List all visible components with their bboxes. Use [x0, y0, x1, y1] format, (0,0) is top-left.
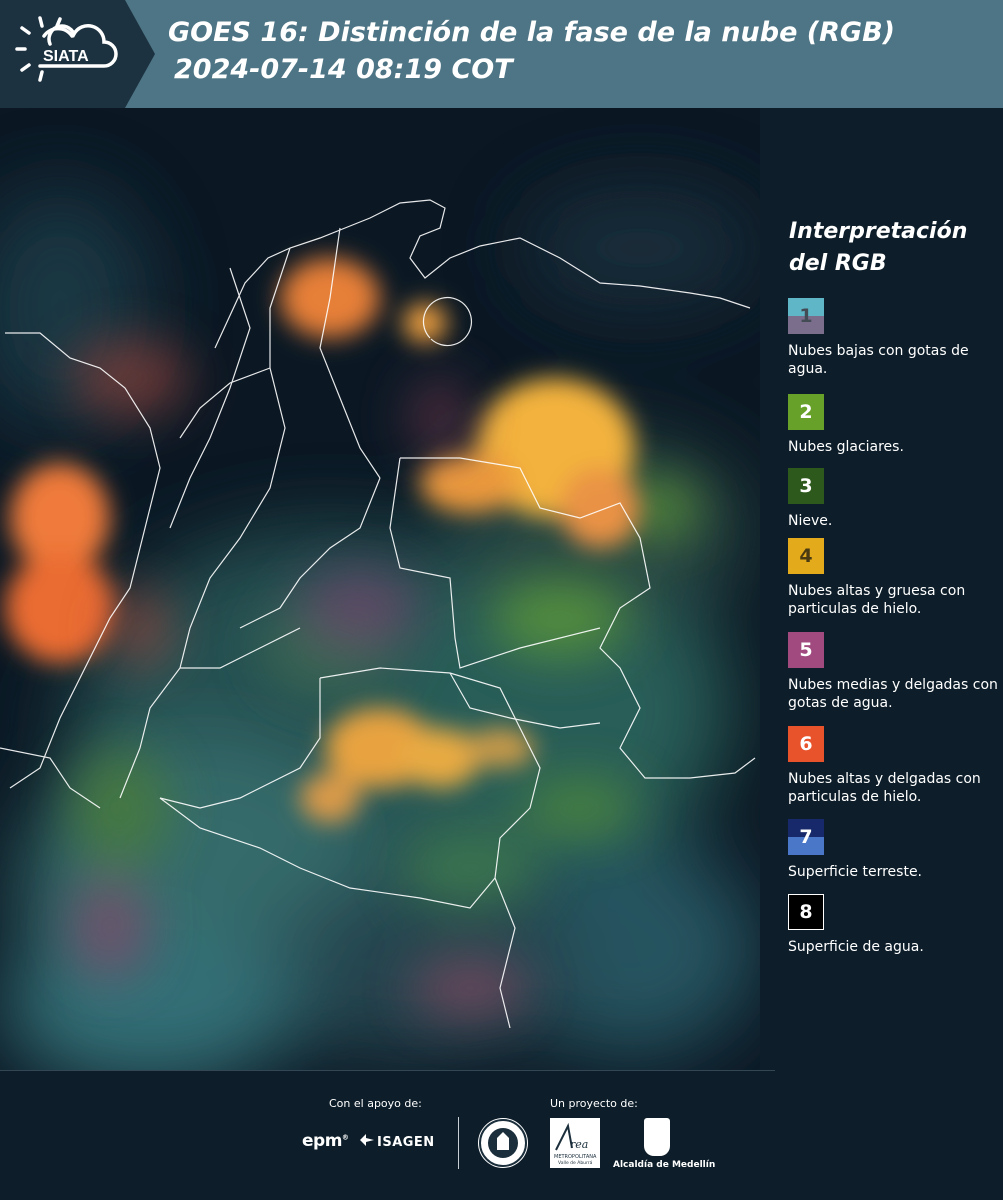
- project-label: Un proyecto de:: [550, 1097, 638, 1110]
- page-title: GOES 16: Distinción de la fase de la nub…: [168, 14, 895, 88]
- seal-icon: [479, 1119, 527, 1167]
- legend-item-7: 7 Superficie terreste.: [788, 819, 1000, 881]
- legend-item-2: 2 Nubes glaciares.: [788, 394, 1000, 456]
- svg-text:rea: rea: [570, 1138, 588, 1151]
- epm-logo: epm®: [302, 1131, 349, 1151]
- legend-number-1: 1: [799, 305, 813, 327]
- support-label: Con el apoyo de:: [329, 1097, 422, 1110]
- legend-label-2: Nubes glaciares.: [788, 439, 904, 455]
- legend-swatch-2: 2: [788, 394, 824, 430]
- legend-swatch-7: 7: [788, 819, 824, 855]
- medellin-crest-icon: [644, 1118, 670, 1156]
- legend-label-6: Nubes altas y delgadas con particulas de…: [788, 771, 981, 805]
- legend-swatch-4: 4: [788, 538, 824, 574]
- legend-label-3: Nieve.: [788, 513, 833, 529]
- legend-panel: Interpretación del RGB 1 Nubes bajas con…: [760, 108, 1003, 1070]
- area-metropolitana-icon: rea METROPOLITANA Valle de Aburrá: [550, 1118, 600, 1168]
- legend-label-5: Nubes medias y delgadas con gotas de agu…: [788, 677, 998, 711]
- area-metropolitana-logo: rea METROPOLITANA Valle de Aburrá: [550, 1118, 600, 1168]
- legend-swatch-6: 6: [788, 726, 824, 762]
- header: SIATA GOES 16: Distinción de la fase de …: [0, 0, 1003, 108]
- title-line-1: GOES 16: Distinción de la fase de la nub…: [168, 17, 895, 48]
- legend-item-3: 3 Nieve.: [788, 468, 1000, 530]
- title-line-2: 2024-07-14 08:19 COT: [174, 54, 513, 85]
- legend-item-8: 8 Superficie de agua.: [788, 894, 1000, 956]
- legend-item-5: 5 Nubes medias y delgadas con gotas de a…: [788, 632, 1000, 712]
- legend-title: Interpretación del RGB: [789, 219, 968, 276]
- satellite-map: [0, 108, 760, 1070]
- legend-item-4: 4 Nubes altas y gruesa con particulas de…: [788, 538, 1000, 618]
- legend-swatch-3: 3: [788, 468, 824, 504]
- satellite-image: [0, 108, 760, 1070]
- alcaldia-medellin-logo: Alcaldía de Medellín: [613, 1118, 716, 1170]
- legend-swatch-8: 8: [788, 894, 824, 930]
- svg-text:Valle de Aburrá: Valle de Aburrá: [558, 1159, 593, 1166]
- isagen-mark-icon: [360, 1134, 374, 1146]
- antioquia-seal-logo: [478, 1118, 528, 1168]
- isagen-logo: ISAGEN: [360, 1134, 435, 1150]
- svg-text:METROPOLITANA: METROPOLITANA: [554, 1154, 597, 1160]
- footer-divider: [458, 1117, 459, 1169]
- legend-swatch-5: 5: [788, 632, 824, 668]
- legend-label-1: Nubes bajas con gotas de agua.: [788, 343, 969, 377]
- footer: Con el apoyo de: Un proyecto de: epm® IS…: [0, 1070, 1003, 1200]
- svg-text:SIATA: SIATA: [43, 48, 89, 65]
- footer-divider-line: [0, 1070, 775, 1071]
- logo-arrow-shape: [125, 0, 155, 108]
- medellin-label: Alcaldía de Medellín: [613, 1160, 716, 1170]
- legend-number-7: 7: [799, 826, 813, 848]
- legend-label-4: Nubes altas y gruesa con particulas de h…: [788, 583, 966, 617]
- legend-item-1: 1 Nubes bajas con gotas de agua.: [788, 298, 1000, 378]
- legend-label-7: Superficie terreste.: [788, 864, 923, 880]
- legend-item-6: 6 Nubes altas y delgadas con particulas …: [788, 726, 1000, 806]
- legend-swatch-1: 1: [788, 298, 824, 334]
- siata-logo-block: SIATA: [0, 0, 125, 108]
- legend-label-8: Superficie de agua.: [788, 939, 924, 955]
- siata-logo-icon: SIATA: [15, 16, 118, 82]
